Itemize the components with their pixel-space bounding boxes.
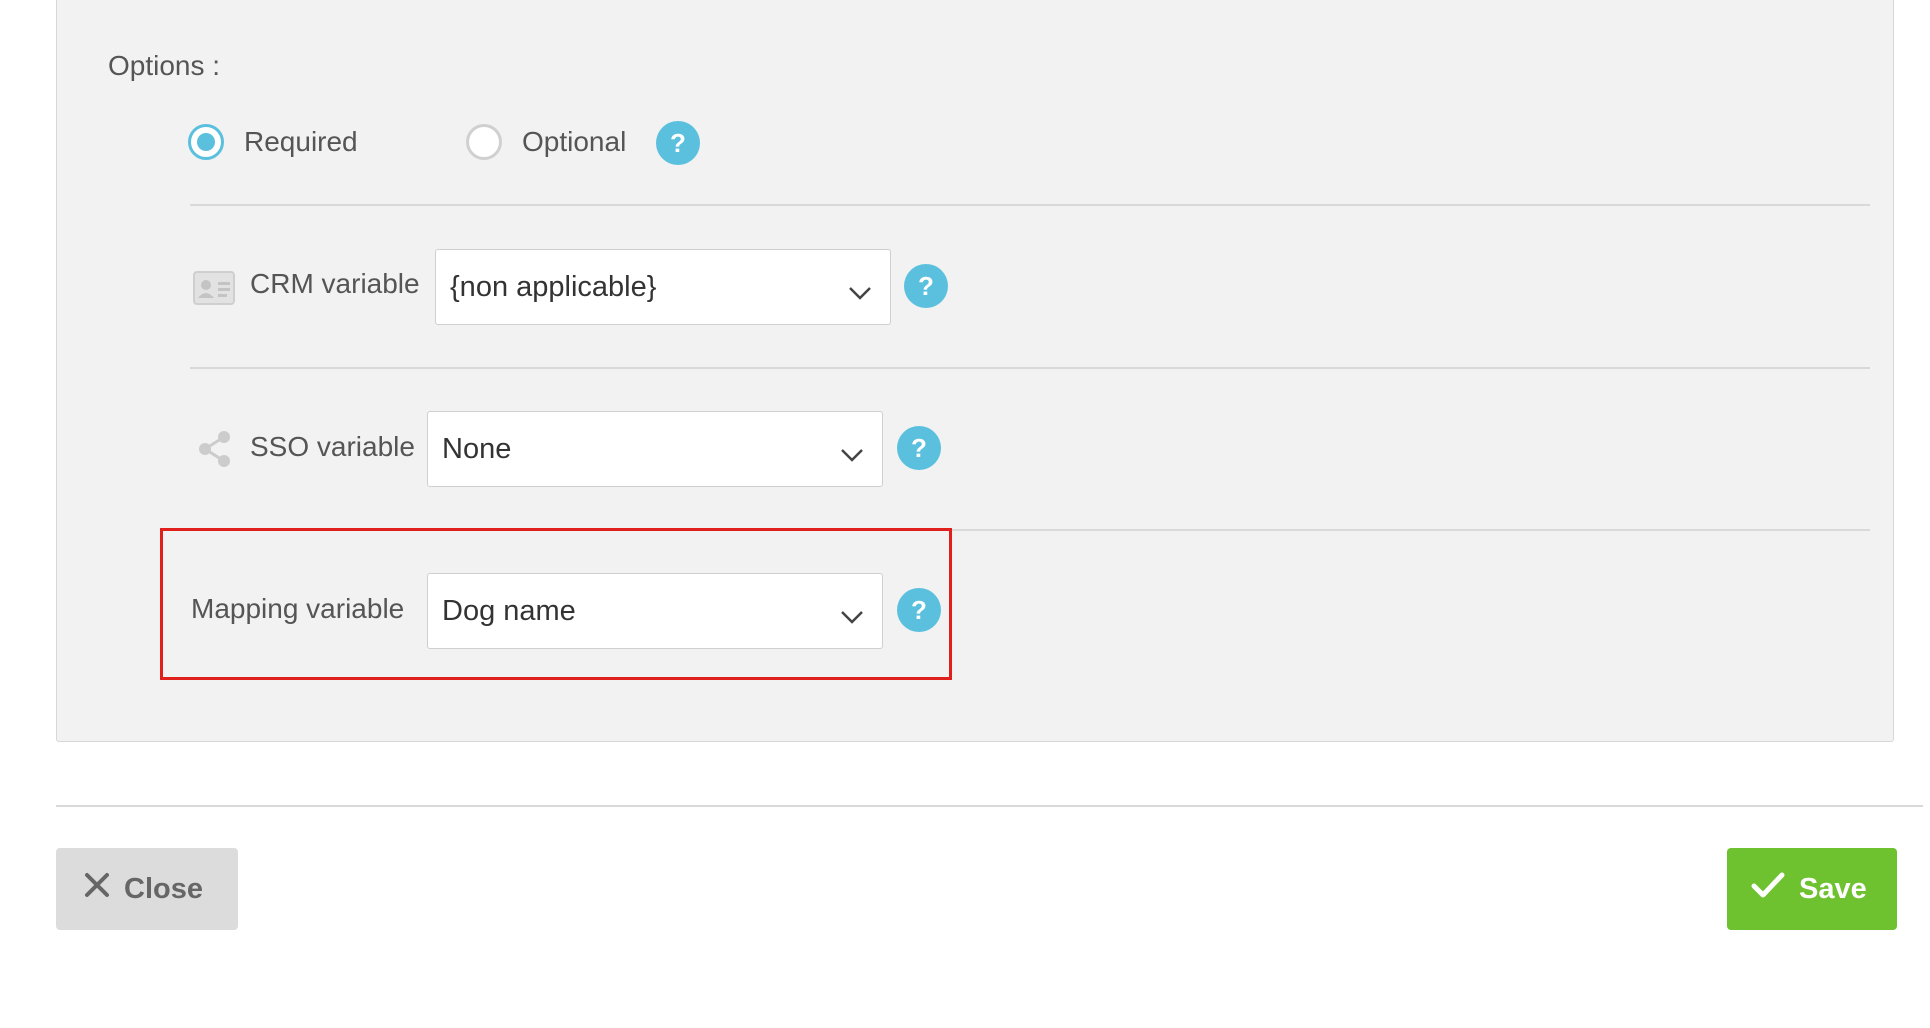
radio-optional-label: Optional (522, 126, 627, 157)
chevron-down-icon (840, 438, 864, 471)
close-icon (84, 872, 110, 906)
crm-variable-select[interactable]: {non applicable} (435, 249, 891, 325)
divider (190, 204, 1870, 206)
crm-variable-label: CRM variable (250, 268, 420, 299)
close-button-label: Close (124, 872, 203, 905)
mapping-variable-select[interactable]: Dog name (427, 573, 883, 649)
sso-variable-select[interactable]: None (427, 411, 883, 487)
sso-variable-label: SSO variable (250, 431, 415, 462)
mapping-variable-value: Dog name (442, 594, 576, 627)
options-help-icon[interactable]: ? (656, 121, 700, 165)
radio-required-control[interactable] (188, 124, 224, 160)
divider (56, 805, 1923, 807)
sso-help-icon[interactable]: ? (897, 426, 941, 470)
mapping-help-icon[interactable]: ? (897, 588, 941, 632)
options-heading: Options : (108, 50, 221, 81)
crm-variable-value: {non applicable} (450, 270, 657, 303)
crm-help-icon[interactable]: ? (904, 264, 948, 308)
contact-card-icon (192, 270, 236, 311)
radio-required-label: Required (244, 126, 358, 157)
save-button-label: Save (1799, 872, 1867, 905)
close-button[interactable]: Close (56, 848, 238, 930)
mapping-variable-label: Mapping variable (191, 593, 405, 624)
share-icon (196, 430, 232, 473)
radio-optional[interactable]: Optional (466, 124, 626, 160)
radio-required[interactable]: Required (188, 124, 358, 160)
divider (190, 367, 1870, 369)
checkmark-icon (1751, 871, 1785, 907)
chevron-down-icon (840, 600, 864, 633)
chevron-down-icon (848, 276, 872, 309)
save-button[interactable]: Save (1727, 848, 1897, 930)
sso-variable-value: None (442, 432, 512, 465)
radio-optional-control[interactable] (466, 124, 502, 160)
